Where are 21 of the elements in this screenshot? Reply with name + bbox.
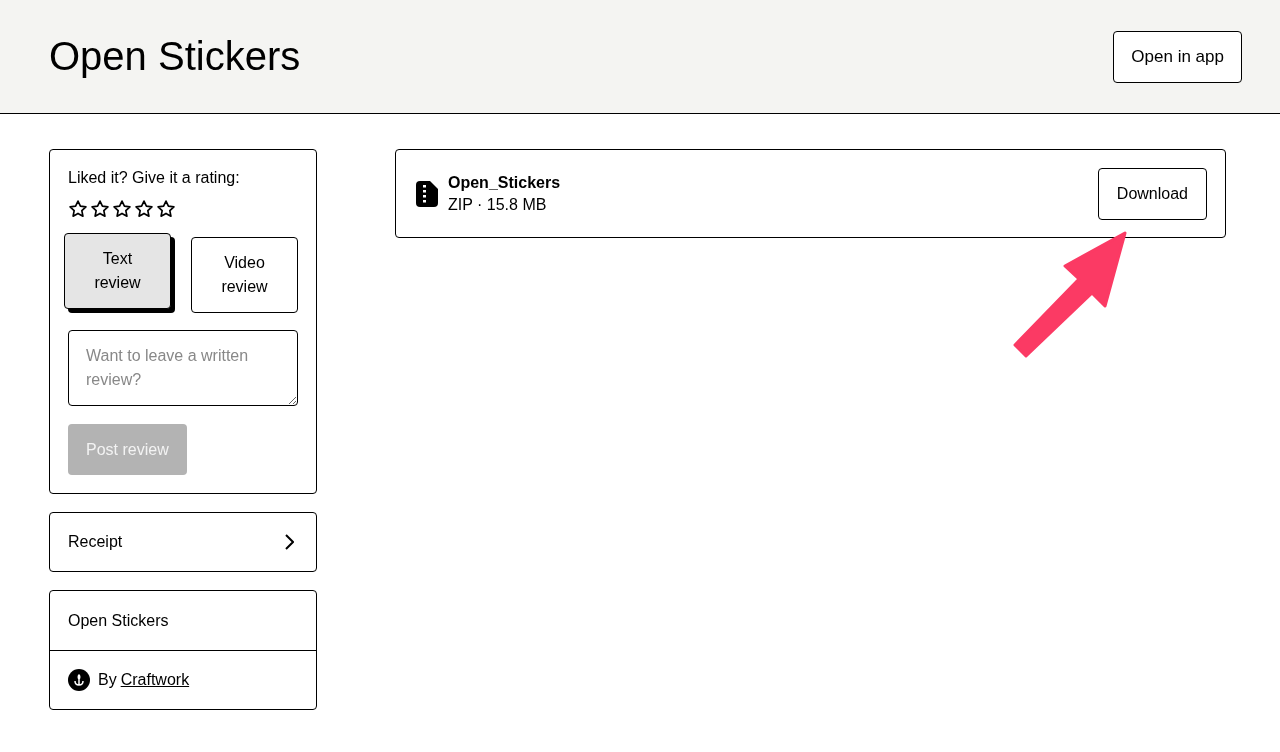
leaf-avatar-icon bbox=[68, 669, 90, 691]
chevron-right-icon bbox=[284, 534, 294, 550]
star-icon[interactable] bbox=[68, 199, 88, 219]
receipt-button[interactable]: Receipt bbox=[49, 512, 317, 572]
review-input-field[interactable]: Want to leave a written review? bbox=[68, 330, 298, 406]
star-icon[interactable] bbox=[90, 199, 110, 219]
download-button[interactable]: Download bbox=[1097, 167, 1207, 220]
open-in-app-button[interactable]: Open in app bbox=[1113, 30, 1242, 83]
rating-prompt: Liked it? Give it a rating: bbox=[68, 169, 241, 187]
page-title: Open Stickers bbox=[49, 34, 301, 79]
star-icon[interactable] bbox=[156, 199, 176, 219]
by-label: By bbox=[98, 671, 117, 689]
creator-link[interactable]: Craftwork bbox=[120, 671, 190, 689]
product-name: Open Stickers bbox=[68, 611, 169, 630]
review-tab[interactable]: Video review bbox=[191, 237, 298, 313]
file-meta: ZIP · 15.8 MB bbox=[448, 195, 548, 214]
zip-file-icon bbox=[416, 180, 438, 207]
star-icon[interactable] bbox=[112, 199, 132, 219]
file-name: Open_Stickers bbox=[448, 173, 562, 192]
receipt-label: Receipt bbox=[68, 533, 123, 551]
star-icon[interactable] bbox=[134, 199, 154, 219]
